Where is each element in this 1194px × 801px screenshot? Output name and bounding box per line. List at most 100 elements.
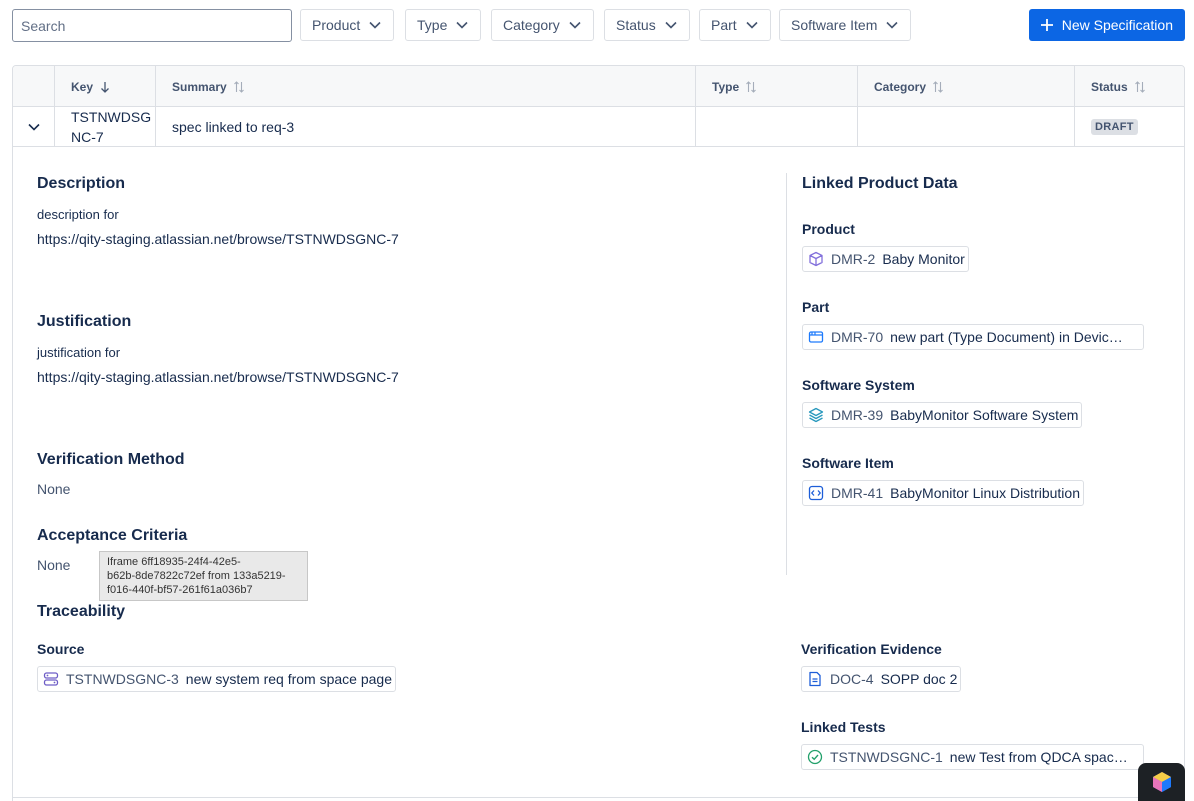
category-filter[interactable]: Category (491, 9, 594, 41)
requirement-icon (43, 672, 59, 686)
app-assistant-button[interactable] (1138, 763, 1185, 801)
linked-test-chip[interactable]: TSTNWDSGNC-1 new Test from QDCA spac… (801, 744, 1144, 770)
verification-evidence-label: Verification Evidence (801, 641, 942, 657)
tooltip-line2: b62b-8de7822c72ef from 133a5219- (107, 570, 286, 582)
status-filter-label: Status (616, 17, 656, 33)
acceptance-criteria-value: None (37, 557, 71, 573)
software-system-chip[interactable]: DMR-39 BabyMonitor Software System (802, 402, 1083, 428)
software-system-key: DMR-39 (831, 407, 884, 423)
source-chip[interactable]: TSTNWDSGNC-3 new system req from space p… (37, 666, 396, 692)
column-header-type[interactable]: Type (695, 66, 857, 107)
row-key: TSTNWDSG NC-7 (71, 107, 155, 147)
column-key-label: Key (71, 79, 94, 94)
column-header-summary[interactable]: Summary (155, 66, 695, 107)
status-filter[interactable]: Status (604, 9, 690, 41)
collapse-row-button[interactable] (13, 107, 55, 147)
column-divider (786, 173, 787, 575)
code-icon (808, 485, 824, 501)
description-line2: https://qity-staging.atlassian.net/brows… (37, 231, 399, 247)
plus-icon (1040, 19, 1053, 31)
table-header: Key Summary Type Category Status (13, 66, 1184, 107)
sort-icon (746, 80, 757, 93)
software-system-label: Software System (802, 377, 915, 393)
justification-line1: justification for (37, 345, 121, 360)
part-filter-label: Part (711, 17, 737, 33)
traceability-title: Traceability (37, 603, 126, 620)
chevron-down-icon (569, 21, 581, 29)
test-key: TSTNWDSGNC-1 (830, 749, 943, 765)
toolbar: Product Type Category Status Part Softwa… (12, 9, 1185, 42)
chevron-down-icon (28, 123, 40, 131)
acceptance-criteria-title: Acceptance Criteria (37, 527, 188, 544)
tooltip-line3: f016-440f-bf57-261f61a036b7 (107, 584, 253, 596)
column-type-label: Type (712, 79, 740, 94)
tooltip-line1: Iframe 6ff18935-24f4-42e5- (107, 556, 241, 568)
software-item-key: DMR-41 (831, 485, 884, 501)
status-badge: DRAFT (1091, 119, 1138, 135)
row-summary-text: spec linked to req-3 (172, 119, 295, 135)
linked-tests-label: Linked Tests (801, 719, 886, 735)
column-category-label: Category (874, 79, 927, 94)
linked-product-data-title: Linked Product Data (802, 175, 958, 192)
part-icon (808, 331, 824, 343)
software-item-chip[interactable]: DMR-41 BabyMonitor Linux Distribution (802, 480, 1084, 506)
product-filter-label: Product (312, 17, 361, 33)
description-text: description for https://qity-staging.atl… (37, 203, 399, 251)
chevron-down-icon (665, 21, 677, 29)
hexagon-logo-icon (1152, 772, 1171, 792)
row-detail-panel: Description description for https://qity… (13, 147, 1184, 797)
description-line1: description for (37, 207, 119, 222)
chevron-down-icon (369, 21, 381, 29)
part-name: new part (Type Document) in Devic… (890, 329, 1123, 345)
chevron-down-icon (886, 21, 898, 29)
product-name: Baby Monitor (882, 251, 965, 267)
product-chip[interactable]: DMR-2 Baby Monitor (802, 246, 969, 272)
software-item-name: BabyMonitor Linux Distribution (890, 485, 1080, 501)
new-specification-label: New Specification (1061, 17, 1173, 33)
column-header-category[interactable]: Category (857, 66, 1074, 107)
column-header-key[interactable]: Key (54, 66, 155, 107)
type-filter[interactable]: Type (405, 9, 482, 41)
table-row[interactable]: TSTNWDSG NC-7 spec linked to req-3 DRAFT (13, 107, 1184, 147)
new-specification-button[interactable]: New Specification (1028, 9, 1185, 41)
software-item-filter-label: Software Item (791, 17, 878, 33)
column-header-status[interactable]: Status (1074, 66, 1184, 107)
part-label: Part (802, 299, 830, 315)
justification-line2: https://qity-staging.atlassian.net/brows… (37, 369, 399, 385)
source-key: TSTNWDSGNC-3 (66, 671, 179, 687)
test-name: new Test from QDCA spac… (949, 749, 1128, 765)
part-filter[interactable]: Part (699, 9, 771, 41)
box-icon (809, 251, 823, 267)
product-filter[interactable]: Product (300, 9, 395, 41)
row-key-cell[interactable]: TSTNWDSG NC-7 (54, 107, 155, 147)
row-type (695, 107, 857, 147)
verification-evidence-chip[interactable]: DOC-4 SOPP doc 2 (801, 666, 962, 692)
arrow-down-icon (101, 81, 109, 93)
search-input[interactable] (12, 9, 292, 42)
chevron-down-icon (746, 21, 758, 29)
software-item-filter[interactable]: Software Item (779, 9, 912, 41)
verification-method-title: Verification Method (37, 451, 185, 468)
description-title: Description (37, 175, 126, 192)
chevron-down-icon (456, 21, 468, 29)
part-chip[interactable]: DMR-70 new part (Type Document) in Devic… (802, 324, 1144, 350)
row-status: DRAFT (1074, 107, 1184, 147)
row-summary: spec linked to req-3 (155, 107, 695, 147)
layers-icon (808, 407, 824, 423)
source-name: new system req from space page (185, 671, 392, 687)
column-summary-label: Summary (172, 79, 227, 94)
sort-icon (1134, 80, 1145, 93)
column-status-label: Status (1091, 79, 1128, 94)
source-label: Source (37, 641, 85, 657)
category-filter-label: Category (503, 17, 560, 33)
product-label: Product (802, 221, 855, 237)
software-item-label: Software Item (802, 455, 894, 471)
software-system-name: BabyMonitor Software System (890, 407, 1079, 423)
check-circle-icon (807, 749, 823, 765)
product-key: DMR-2 (831, 251, 876, 267)
evidence-key: DOC-4 (830, 671, 874, 687)
iframe-tooltip: Iframe 6ff18935-24f4-42e5- b62b-8de7822c… (99, 551, 308, 601)
specifications-table: Key Summary Type Category Status TSTNWDS… (12, 65, 1185, 801)
table-row[interactable] (13, 797, 1184, 801)
justification-title: Justification (37, 313, 132, 330)
